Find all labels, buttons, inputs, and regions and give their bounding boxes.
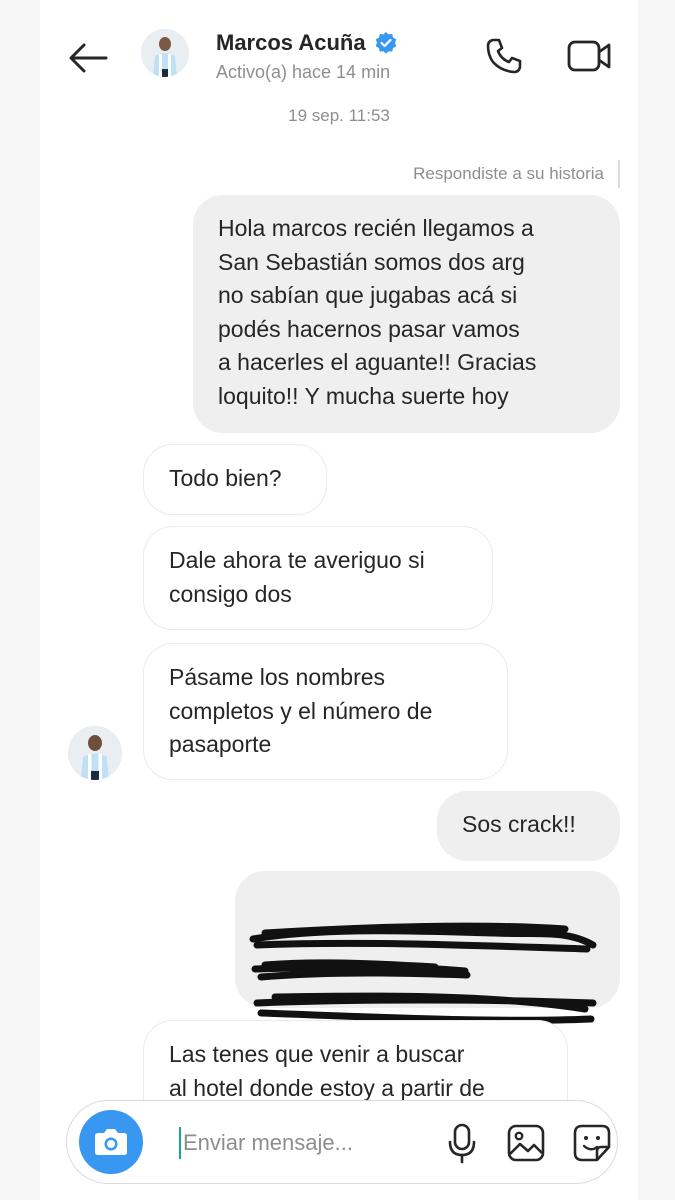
camera-button[interactable] (79, 1110, 143, 1174)
story-reply-note[interactable]: Respondiste a su historia (413, 164, 604, 184)
microphone-icon (448, 1123, 476, 1164)
message-composer (66, 1100, 618, 1184)
sticker-button[interactable] (571, 1121, 613, 1165)
verified-badge-icon (374, 31, 398, 55)
avatar-photo (141, 29, 189, 77)
chat-header: Marcos Acuña Activo(a) hace 14 min (40, 0, 638, 100)
message-input[interactable] (183, 1123, 413, 1163)
message-bubble-incoming[interactable]: Todo bien? (143, 444, 327, 515)
message-bubble-outgoing[interactable]: Sos crack!! (437, 791, 620, 861)
contact-name[interactable]: Marcos Acuña (216, 30, 366, 56)
message-bubble-incoming[interactable]: Las tenes que venir a buscar al hotel do… (143, 1020, 568, 1110)
sticker-icon (573, 1124, 611, 1162)
phone-icon (486, 38, 522, 74)
message-bubble-outgoing[interactable]: Hola marcos recién llegamos a San Sebast… (193, 195, 620, 433)
image-gallery-icon (507, 1124, 545, 1162)
sender-avatar[interactable] (68, 726, 122, 780)
story-reply-indicator (618, 160, 620, 188)
video-camera-icon (567, 40, 611, 72)
redacted-message-bubble[interactable] (235, 871, 620, 1024)
conversation-timestamp: 19 sep. 11:53 (288, 106, 390, 125)
dm-screen: Marcos Acuña Activo(a) hace 14 min 19 se… (40, 0, 638, 1200)
gallery-button[interactable] (505, 1121, 547, 1165)
back-button[interactable] (66, 38, 110, 78)
contact-avatar[interactable] (141, 29, 189, 77)
message-bubble-incoming[interactable]: Pásame los nombres completos y el número… (143, 643, 508, 780)
message-bubble-incoming[interactable]: Dale ahora te averiguo si consigo dos (143, 526, 493, 630)
avatar-photo (68, 726, 122, 780)
camera-icon (95, 1129, 127, 1155)
text-caret (179, 1127, 181, 1159)
back-arrow-icon (69, 43, 108, 73)
voice-message-button[interactable] (445, 1121, 479, 1165)
video-call-button[interactable] (566, 36, 612, 76)
contact-status: Activo(a) hace 14 min (216, 62, 391, 82)
audio-call-button[interactable] (484, 36, 524, 76)
